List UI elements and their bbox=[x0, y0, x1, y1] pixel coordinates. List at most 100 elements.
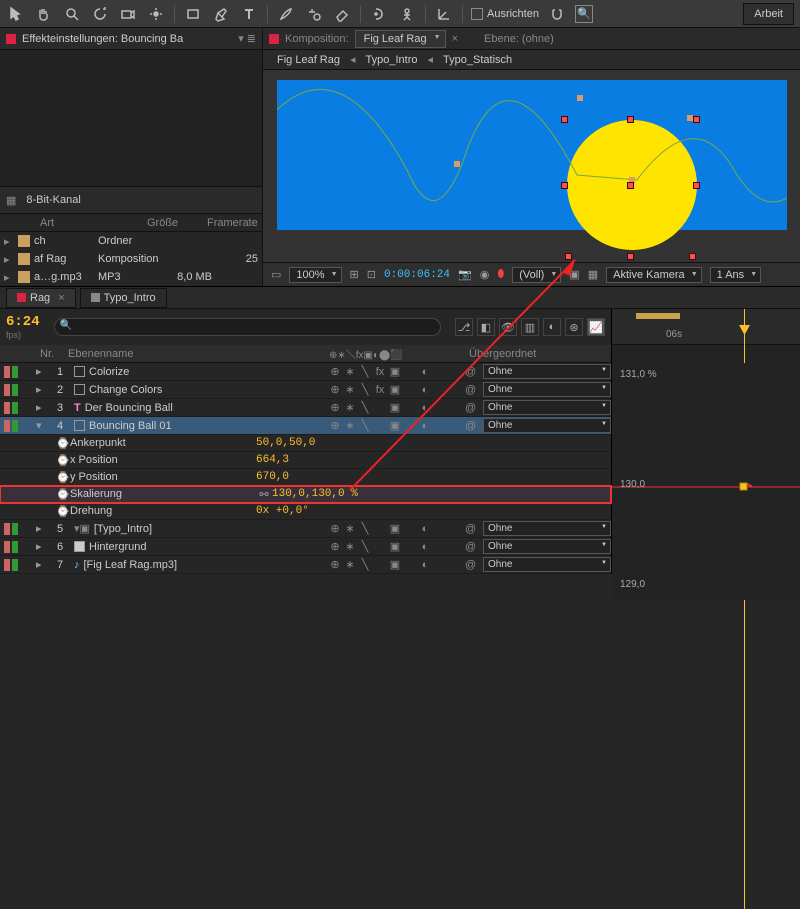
time-ruler[interactable]: 06s bbox=[612, 309, 800, 345]
col-art[interactable]: Art bbox=[22, 217, 147, 229]
panbehind-tool-icon[interactable] bbox=[146, 4, 166, 24]
transform-handle[interactable] bbox=[693, 116, 700, 123]
property-row-xpos[interactable]: ⌚ x Position 664,3 bbox=[0, 452, 611, 469]
project-item[interactable]: ▸af RagKomposition25 bbox=[0, 250, 262, 268]
camera-tool-icon[interactable] bbox=[118, 4, 138, 24]
col-framerate[interactable]: Framerate bbox=[207, 217, 262, 229]
views-dropdown[interactable]: 1 Ans bbox=[710, 267, 762, 283]
transform-handle[interactable] bbox=[627, 182, 634, 189]
panel-close-icon[interactable] bbox=[6, 34, 16, 44]
property-value[interactable]: 130,0,130,0 % bbox=[272, 488, 358, 500]
comp-flowchart-icon[interactable]: ⎇ bbox=[455, 318, 473, 336]
eraser-tool-icon[interactable] bbox=[332, 4, 352, 24]
rotate-tool-icon[interactable] bbox=[90, 4, 110, 24]
camera-dropdown[interactable]: Aktive Kamera bbox=[606, 267, 702, 283]
layer-row[interactable]: ▸ 6 Hintergrund ⊕∗╲▣◐ @Ohne bbox=[0, 538, 611, 556]
layer-row[interactable]: ▸ 5 ▾▣[Typo_Intro] ⊕∗╲▣◐ @Ohne bbox=[0, 520, 611, 538]
resolution-icon[interactable]: ⊞ bbox=[350, 268, 359, 281]
magnify-icon[interactable]: ▭ bbox=[271, 268, 281, 281]
transform-handle[interactable] bbox=[689, 253, 696, 260]
transform-handle[interactable] bbox=[693, 182, 700, 189]
frame-blend-icon[interactable]: ▥ bbox=[521, 318, 539, 336]
property-value[interactable]: 50,0,50,0 bbox=[256, 437, 315, 449]
comp-dropdown[interactable]: Fig Leaf Rag bbox=[355, 30, 446, 48]
crumb-2[interactable]: Typo_Statisch bbox=[443, 54, 512, 66]
transform-handle[interactable] bbox=[561, 182, 568, 189]
tab-close-icon[interactable]: × bbox=[452, 33, 458, 45]
brainstorm-icon[interactable]: ⊛ bbox=[565, 318, 583, 336]
panel-close-icon[interactable] bbox=[269, 34, 279, 44]
property-row-rot[interactable]: ⌚ Drehung 0x +0,0° bbox=[0, 503, 611, 520]
zoom-tool-icon[interactable] bbox=[62, 4, 82, 24]
graph-editor-icon[interactable]: 📈 bbox=[587, 318, 605, 336]
search-toolbar-icon[interactable]: 🔍 bbox=[575, 5, 593, 23]
clone-tool-icon[interactable] bbox=[304, 4, 324, 24]
parent-dropdown[interactable]: Ohne bbox=[483, 400, 611, 415]
localaxis-icon[interactable] bbox=[434, 4, 454, 24]
parent-dropdown[interactable]: Ohne bbox=[483, 521, 611, 536]
parent-dropdown[interactable]: Ohne bbox=[483, 418, 611, 433]
snapshot-icon[interactable]: 📷 bbox=[458, 268, 472, 281]
property-value[interactable]: 670,0 bbox=[256, 471, 289, 483]
selection-tool-icon[interactable] bbox=[6, 4, 26, 24]
resolution-dropdown[interactable]: (Voll) bbox=[512, 267, 561, 283]
show-snapshot-icon[interactable]: ◉ bbox=[480, 268, 490, 281]
current-timecode[interactable]: 0:00:06:24 bbox=[384, 269, 450, 281]
rect-tool-icon[interactable] bbox=[183, 4, 203, 24]
crumb-1[interactable]: Typo_Intro bbox=[366, 54, 418, 66]
transform-handle[interactable] bbox=[627, 116, 634, 123]
layer-row[interactable]: ▸ 2 Change Colors ⊕∗╲fx▣◐ @Ohne bbox=[0, 381, 611, 399]
col-parent[interactable]: Übergeordnet bbox=[465, 348, 611, 360]
stopwatch-icon[interactable]: ⌚ bbox=[56, 454, 70, 467]
draft3d-icon[interactable]: ◧ bbox=[477, 318, 495, 336]
layer-search[interactable] bbox=[54, 318, 441, 336]
parent-dropdown[interactable]: Ohne bbox=[483, 382, 611, 397]
search-input[interactable] bbox=[54, 318, 441, 336]
stopwatch-icon[interactable]: ⌚ bbox=[56, 471, 70, 484]
property-value[interactable]: 664,3 bbox=[256, 454, 289, 466]
layer-row[interactable]: ▸ 7 ♪[Fig Leaf Rag.mp3] ⊕∗╲▣◐ @Ohne bbox=[0, 556, 611, 574]
transform-handle[interactable] bbox=[627, 253, 634, 260]
motion-blur-icon[interactable]: ◐ bbox=[543, 318, 561, 336]
hide-shy-icon[interactable]: 👁 bbox=[499, 318, 517, 336]
text-tool-icon[interactable] bbox=[239, 4, 259, 24]
hand-tool-icon[interactable] bbox=[34, 4, 54, 24]
property-value[interactable]: 0x +0,0° bbox=[256, 505, 309, 517]
property-row-scale[interactable]: ⌚ Skalierung ⚯ 130,0,130,0 % bbox=[0, 486, 611, 503]
workspace-button[interactable]: Arbeit bbox=[743, 3, 794, 25]
project-item[interactable]: ▸a…g.mp3MP38,0 MB bbox=[0, 268, 262, 286]
composition-viewer[interactable] bbox=[263, 70, 800, 262]
snapping-icon[interactable] bbox=[547, 4, 567, 24]
layer-row[interactable]: ▸ 3 TDer Bouncing Ball ⊕∗╲▣◐ @Ohne bbox=[0, 399, 611, 417]
transform-handle[interactable] bbox=[561, 116, 568, 123]
bitdepth-icon[interactable]: ▦ bbox=[6, 194, 16, 207]
col-name[interactable]: Ebenenname bbox=[64, 348, 329, 360]
graph-editor[interactable]: 06s 131,0 % 130,0 129,0 bbox=[612, 309, 800, 600]
col-nr[interactable]: Nr. bbox=[36, 348, 64, 360]
transparency-icon[interactable]: ▦ bbox=[588, 268, 598, 281]
layer-viewer-label[interactable]: Ebene: (ohne) bbox=[484, 33, 554, 45]
panel-menu-icon[interactable]: ▾ ≣ bbox=[238, 32, 256, 45]
property-row-anchor[interactable]: ⌚ Ankerpunkt 50,0,50,0 bbox=[0, 435, 611, 452]
project-item[interactable]: ▸chOrdner bbox=[0, 232, 262, 250]
pen-tool-icon[interactable] bbox=[211, 4, 231, 24]
puppet-tool-icon[interactable] bbox=[397, 4, 417, 24]
parent-dropdown[interactable]: Ohne bbox=[483, 539, 611, 554]
layer-row[interactable]: ▾ 4 Bouncing Ball 01 ⊕∗╲▣◐ @Ohne bbox=[0, 417, 611, 435]
work-area-bar[interactable] bbox=[636, 313, 680, 319]
roto-tool-icon[interactable] bbox=[369, 4, 389, 24]
layer-row[interactable]: ▸ 1 Colorize ⊕∗╲fx▣◐ @Ohne bbox=[0, 363, 611, 381]
stopwatch-icon[interactable]: ⌚ bbox=[56, 488, 70, 501]
constrain-icon[interactable]: ⚯ bbox=[256, 488, 272, 501]
effects-panel-tab[interactable]: Effekteinstellungen: Bouncing Ba ▾ ≣ bbox=[0, 28, 262, 50]
brush-tool-icon[interactable] bbox=[276, 4, 296, 24]
parent-dropdown[interactable]: Ohne bbox=[483, 557, 611, 572]
parent-dropdown[interactable]: Ohne bbox=[483, 364, 611, 379]
bitdepth-label[interactable]: 8-Bit-Kanal bbox=[26, 194, 80, 206]
grid-icon[interactable]: ⊡ bbox=[367, 268, 376, 281]
timeline-tab[interactable]: Typo_Intro bbox=[80, 288, 167, 308]
stopwatch-icon[interactable]: ⌚ bbox=[56, 505, 70, 518]
align-checkbox[interactable]: Ausrichten bbox=[471, 8, 539, 20]
current-time[interactable]: 6:24 bbox=[6, 314, 40, 330]
timeline-tab-active[interactable]: Rag× bbox=[6, 288, 76, 308]
